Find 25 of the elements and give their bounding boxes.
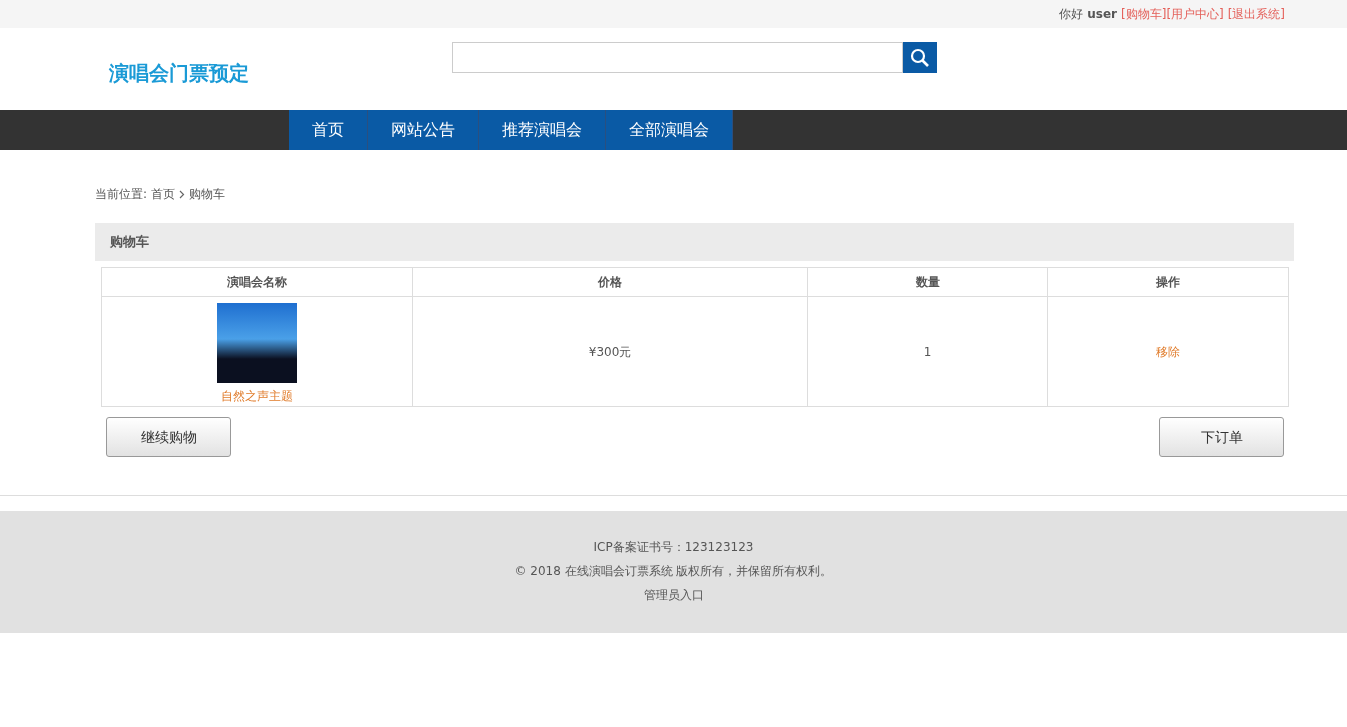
search-icon	[910, 47, 930, 68]
column-header: 操作	[1047, 267, 1289, 297]
nav-link[interactable]: 推荐演唱会	[479, 110, 606, 150]
search-button[interactable]	[903, 42, 937, 73]
column-header: 演唱会名称	[101, 267, 413, 297]
footer-text: ICP备案证书号：123123123	[593, 539, 754, 556]
panel-title: 购物车	[95, 223, 1294, 261]
nav-link[interactable]: 网站公告	[368, 110, 479, 150]
breadcrumb-label: 当前位置:	[95, 186, 148, 203]
continue-shopping-button[interactable]: 继续购物	[106, 417, 231, 457]
column-header: 价格	[412, 267, 808, 297]
nav-link[interactable]: 全部演唱会	[606, 110, 733, 150]
column-header: 数量	[807, 267, 1048, 297]
username-text: user	[1087, 6, 1118, 23]
chevron-icon	[179, 189, 186, 199]
place-order-button[interactable]: 下订单	[1159, 417, 1284, 457]
greeting-text: 你好	[1059, 6, 1084, 23]
admin-link[interactable]: 管理员入口	[643, 583, 704, 607]
search-field[interactable]	[452, 42, 903, 73]
site-logo: 演唱会门票预定	[109, 60, 250, 87]
footer-text: © 2018 在线演唱会订票系统 版权所有，并保留所有权利。	[514, 563, 833, 580]
breadcrumb-item-link[interactable]: 首页	[151, 185, 176, 203]
nav-link[interactable]: 首页	[289, 110, 368, 150]
quantity-cell: 1	[807, 296, 1048, 407]
price-cell: ¥300元	[412, 296, 808, 407]
